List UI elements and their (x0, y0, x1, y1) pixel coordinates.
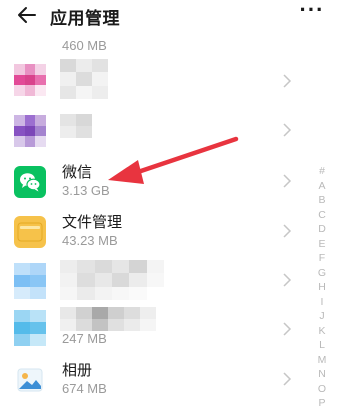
list-item-blurred-app-1[interactable] (0, 57, 310, 105)
index-letter[interactable]: B (313, 193, 331, 208)
index-letter[interactable]: J (313, 309, 331, 324)
chevron-right-icon (283, 174, 292, 188)
app-name: 微信 (62, 164, 93, 181)
list-item-blurred-app-4[interactable]: 247 MB (0, 305, 310, 353)
page-title: 应用管理 (50, 9, 120, 28)
index-letter[interactable]: C (313, 208, 331, 223)
list-item-size-partial: 460 MB (62, 38, 107, 53)
list-item-file-manager[interactable]: 文件管理 43.23 MB (0, 207, 310, 255)
chevron-right-icon (283, 123, 292, 137)
index-letter[interactable]: H (313, 280, 331, 295)
more-dots-icon: ··· (299, 0, 325, 22)
app-name-blurred (60, 260, 164, 300)
index-letter[interactable]: F (313, 251, 331, 266)
index-letter[interactable]: # (313, 164, 331, 179)
app-name-blurred (60, 307, 156, 331)
app-name-blurred (60, 114, 92, 138)
chevron-right-icon (283, 74, 292, 88)
index-letter[interactable]: L (313, 338, 331, 353)
list-item-gallery[interactable]: 相册 674 MB (0, 355, 310, 403)
chevron-right-icon (283, 372, 292, 386)
chevron-right-icon (283, 273, 292, 287)
more-options-button[interactable]: ··· (297, 0, 327, 26)
index-letter[interactable]: P (313, 396, 331, 411)
app-name: 文件管理 (62, 214, 123, 231)
app-size: 43.23 MB (62, 233, 118, 248)
photo-icon (14, 364, 46, 396)
app-size: 674 MB (62, 381, 107, 396)
arrow-left-icon (18, 7, 36, 23)
app-name-blurred (60, 59, 108, 99)
app-name: 相册 (62, 362, 93, 379)
index-letter[interactable]: A (313, 179, 331, 194)
app-size: 3.13 GB (62, 183, 110, 198)
list-item-blurred-app-3[interactable] (0, 256, 310, 304)
app-size: 247 MB (62, 331, 107, 346)
index-letter[interactable]: G (313, 266, 331, 281)
chevron-right-icon (283, 224, 292, 238)
app-icon-blurred (14, 64, 46, 96)
app-icon-blurred (14, 310, 46, 346)
app-icon-blurred (14, 115, 46, 147)
index-letter[interactable]: I (313, 295, 331, 310)
back-button[interactable] (14, 2, 40, 28)
alphabet-index[interactable]: # A B C D E F G H I J K L M N O P (313, 164, 331, 411)
chevron-right-icon (283, 322, 292, 336)
list-item-blurred-app-2[interactable] (0, 106, 310, 154)
list-item-wechat[interactable]: 微信 3.13 GB (0, 157, 310, 205)
app-icon-blurred (14, 263, 46, 299)
index-letter[interactable]: K (313, 324, 331, 339)
index-letter[interactable]: O (313, 382, 331, 397)
wechat-icon (14, 166, 46, 198)
folder-icon (14, 216, 46, 248)
index-letter[interactable]: N (313, 367, 331, 382)
index-letter[interactable]: E (313, 237, 331, 252)
index-letter[interactable]: M (313, 353, 331, 368)
index-letter[interactable]: D (313, 222, 331, 237)
title-bar: 应用管理 ··· (0, 0, 339, 30)
